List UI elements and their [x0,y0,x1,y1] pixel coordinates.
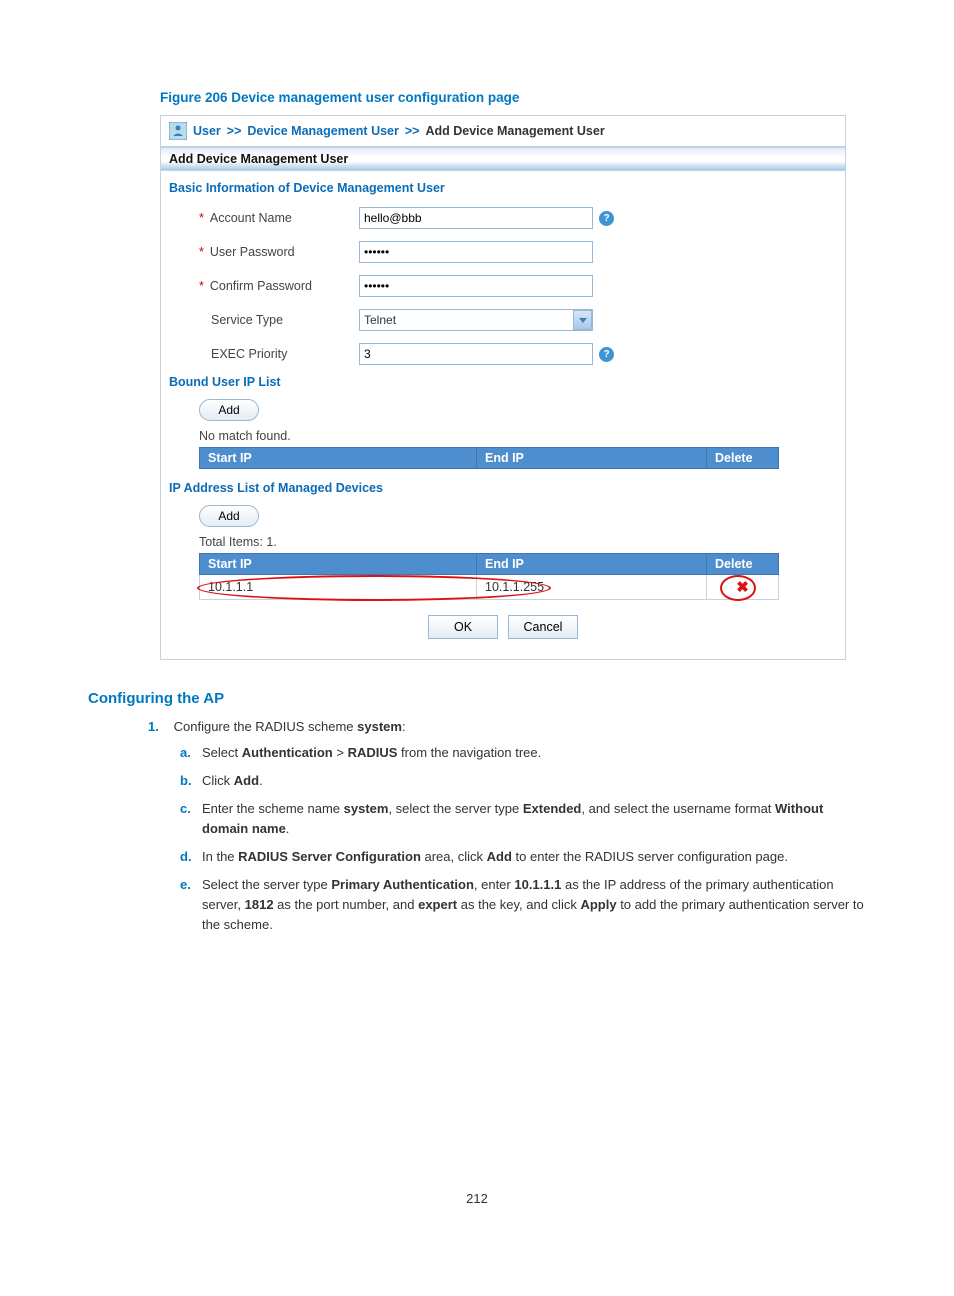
required-star: * [199,245,204,259]
cancel-button[interactable]: Cancel [508,615,578,639]
col-end-ip[interactable]: End IP [477,554,707,575]
app-screenshot-box: User >> Device Management User >> Add De… [160,115,846,660]
user-password-label: User Password [210,245,295,259]
substep-a: Select Authentication > RADIUS from the … [202,743,866,763]
list-marker: c. [180,799,202,839]
col-end-ip[interactable]: End IP [477,448,707,469]
confirm-password-label: Confirm Password [210,279,312,293]
exec-priority-input[interactable] [359,343,593,365]
doc-heading: Configuring the AP [88,690,866,707]
bound-ip-empty-msg: No match found. [169,427,837,447]
breadcrumb: User >> Device Management User >> Add De… [161,116,845,147]
substep-e: Select the server type Primary Authentic… [202,875,866,935]
list-marker: e. [180,875,202,935]
table-row: 10.1.1.1 10.1.1.255 ✖ [200,575,779,600]
breadcrumb-sep: >> [227,124,242,138]
substep-c: Enter the scheme name system, select the… [202,799,866,839]
service-type-select[interactable]: Telnet [359,309,593,331]
managed-ip-total-msg: Total Items: 1. [169,533,837,553]
cell-end-ip: 10.1.1.255 [477,575,707,600]
managed-ip-table: Start IP End IP Delete 10.1.1.1 10.1.1.2… [199,553,779,600]
breadcrumb-user[interactable]: User [193,124,221,138]
basic-info-title: Basic Information of Device Management U… [169,177,837,201]
substep-d: In the RADIUS Server Configuration area,… [202,847,866,867]
page-number: 212 [0,1191,954,1206]
managed-ip-add-button[interactable]: Add [199,505,259,527]
help-icon[interactable]: ? [599,211,614,226]
breadcrumb-current: Add Device Management User [425,124,604,138]
ok-button[interactable]: OK [428,615,498,639]
col-delete: Delete [707,448,779,469]
account-name-label: Account Name [210,211,292,225]
chevron-down-icon [573,310,592,330]
bound-ip-table: Start IP End IP Delete [199,447,779,469]
step1-text: Configure the RADIUS scheme system: [174,719,406,734]
cell-start-ip: 10.1.1.1 [200,575,477,600]
substep-b: Click Add. [202,771,866,791]
col-start-ip[interactable]: Start IP [200,554,477,575]
list-marker: d. [180,847,202,867]
col-start-ip[interactable]: Start IP [200,448,477,469]
section-bar-title: Add Device Management User [161,147,845,171]
managed-ip-title: IP Address List of Managed Devices [169,477,837,501]
bound-ip-title: Bound User IP List [169,371,837,395]
account-name-input[interactable] [359,207,593,229]
required-star: * [199,279,204,293]
confirm-password-input[interactable] [359,275,593,297]
col-delete: Delete [707,554,779,575]
list-marker: a. [180,743,202,763]
exec-priority-label: EXEC Priority [211,347,287,361]
required-star: * [199,211,204,225]
service-type-value: Telnet [364,313,396,327]
figure-caption: Figure 206 Device management user config… [160,90,866,105]
service-type-label: Service Type [211,313,283,327]
user-password-input[interactable] [359,241,593,263]
breadcrumb-dmu[interactable]: Device Management User [247,124,398,138]
bound-ip-add-button[interactable]: Add [199,399,259,421]
help-icon[interactable]: ? [599,347,614,362]
list-marker: b. [180,771,202,791]
delete-icon[interactable]: ✖ [715,578,770,596]
breadcrumb-sep: >> [405,124,420,138]
list-marker: 1. [148,717,170,737]
user-icon [169,122,187,140]
